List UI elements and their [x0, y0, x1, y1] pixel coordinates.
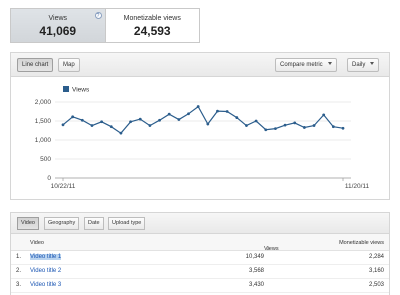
- row-rank: 2.: [16, 268, 22, 274]
- column-header-video[interactable]: Video: [30, 240, 44, 246]
- data-point: [341, 126, 345, 130]
- metric-label: Views: [48, 15, 68, 22]
- chevron-down-icon: [370, 62, 375, 65]
- data-point: [61, 123, 65, 127]
- y-tick-label: 2,000: [35, 99, 52, 106]
- row-views: 10,349: [245, 254, 264, 260]
- y-tick-label: 500: [40, 156, 51, 163]
- data-point: [109, 125, 113, 129]
- data-point: [264, 128, 268, 132]
- tab-date[interactable]: Date: [84, 217, 104, 230]
- tab-geography[interactable]: Geography: [44, 217, 80, 230]
- data-point: [216, 109, 219, 113]
- y-tick-label: 1,500: [35, 118, 52, 125]
- data-point: [177, 118, 181, 121]
- metric-label: Monetizable views: [123, 15, 181, 22]
- chevron-down-icon: [327, 62, 332, 65]
- data-point: [254, 119, 258, 123]
- data-point: [235, 116, 239, 119]
- compare-metric-dropdown[interactable]: Compare metric: [275, 58, 337, 72]
- row-rank: 3.: [16, 282, 22, 288]
- data-point: [148, 124, 152, 127]
- tab-line-chart[interactable]: Line chart: [17, 58, 54, 72]
- metric-cards: Views 41,069 ? Monetizable views 24,593: [10, 8, 200, 43]
- video-title-link[interactable]: Video title 1: [30, 254, 62, 260]
- data-point: [129, 120, 132, 124]
- video-title-link[interactable]: Video title 3: [30, 282, 61, 288]
- interval-dropdown[interactable]: Daily: [347, 58, 380, 72]
- y-tick-label: 1,000: [35, 137, 52, 144]
- data-point: [322, 113, 326, 117]
- data-point: [283, 123, 287, 127]
- metric-card-monetizable-views[interactable]: Monetizable views 24,593: [106, 9, 200, 42]
- data-point: [331, 125, 335, 129]
- data-point: [312, 124, 316, 127]
- column-header-monetizable-views[interactable]: Monetizable views: [339, 240, 384, 246]
- interval-label: Daily: [352, 62, 366, 68]
- tab-map[interactable]: Map: [58, 58, 80, 72]
- data-point: [302, 126, 306, 129]
- data-point: [71, 115, 75, 119]
- data-point: [138, 117, 142, 121]
- data-point: [119, 131, 123, 135]
- data-point: [80, 118, 84, 122]
- chart-panel: Line chart Map Compare metric Daily 2,00…: [10, 52, 390, 200]
- data-point: [90, 124, 94, 127]
- table-panel: Video Geography Date Upload type Video V…: [10, 212, 390, 295]
- data-point: [196, 105, 200, 108]
- metric-card-views[interactable]: Views 41,069 ?: [11, 9, 106, 42]
- data-point: [274, 127, 277, 130]
- data-point: [206, 122, 210, 126]
- legend-label: Views: [72, 87, 90, 94]
- compare-metric-label: Compare metric: [280, 62, 323, 68]
- data-point: [245, 124, 248, 127]
- data-point: [225, 110, 229, 113]
- views-line-chart: 2,000 1,500 1,000 500 010/22/11 11/20/11 Views: [35, 86, 370, 190]
- data-point: [100, 120, 104, 124]
- row-views: 3,430: [248, 282, 264, 288]
- tab-video[interactable]: Video: [17, 217, 39, 230]
- x-tick-label: 10/22/11: [51, 183, 76, 190]
- table-row: 3. Video title 3 3,430 2,503: [11, 279, 389, 293]
- video-title-link[interactable]: Video title 2: [30, 268, 61, 274]
- data-point: [187, 112, 190, 116]
- y-tick-label: 0: [47, 175, 51, 182]
- series-line-views: [62, 105, 344, 134]
- x-tick-label: 11/20/11: [345, 183, 370, 190]
- chart-toolbar: Line chart Map Compare metric Daily: [11, 53, 389, 77]
- row-monetizable-views: 2,503: [368, 282, 384, 288]
- metric-value: 24,593: [133, 24, 171, 38]
- data-point: [167, 112, 171, 116]
- table-row: 1. Video title 1 10,349 2,284: [11, 251, 389, 265]
- data-point: [293, 121, 297, 125]
- tab-upload-type[interactable]: Upload type: [108, 217, 146, 230]
- table-row: 2. Video title 2 3,568 3,160: [11, 265, 389, 279]
- legend-swatch: [63, 86, 69, 92]
- metric-value: 41,069: [39, 24, 77, 38]
- row-rank: 1.: [16, 254, 22, 260]
- row-monetizable-views: 3,160: [368, 268, 384, 274]
- row-views: 3,568: [248, 268, 264, 274]
- table-toolbar: Video Geography Date Upload type: [11, 213, 389, 234]
- data-point: [158, 118, 161, 122]
- table-header: Video Views ↓ Monetizable views: [11, 234, 389, 252]
- help-icon[interactable]: ?: [94, 12, 102, 19]
- row-monetizable-views: 2,284: [368, 254, 384, 260]
